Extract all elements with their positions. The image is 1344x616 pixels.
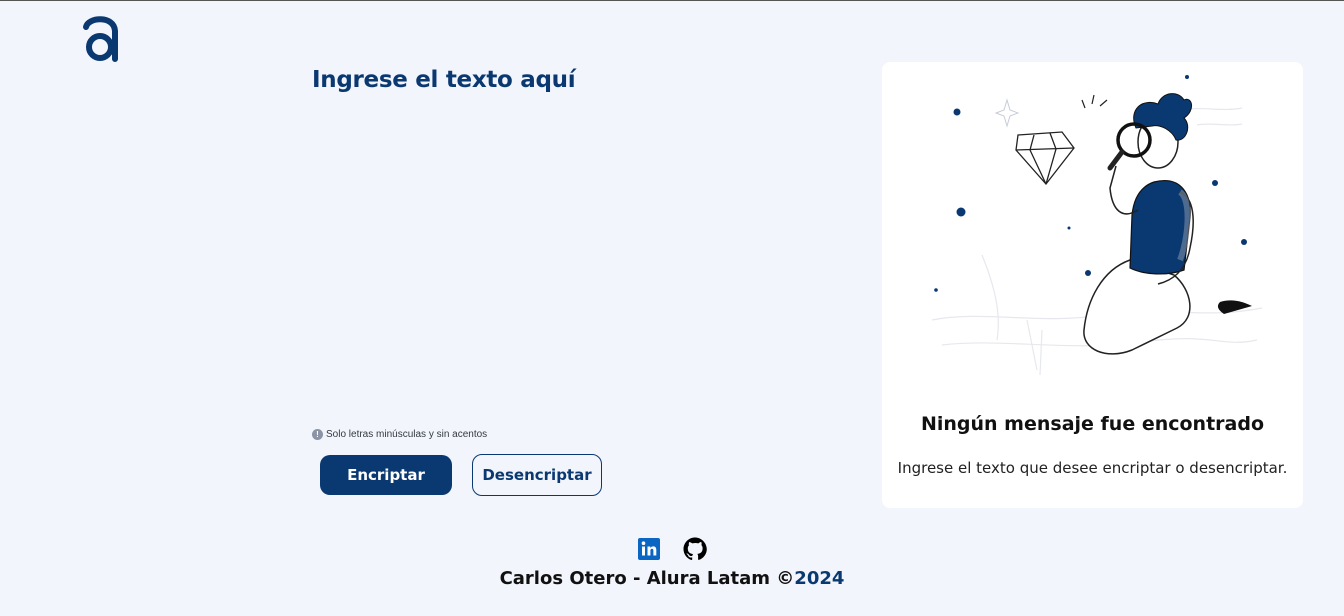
encrypt-button[interactable]: Encriptar — [320, 455, 452, 495]
decrypt-button[interactable]: Desencriptar — [472, 454, 602, 496]
input-hint: ! Solo letras minúsculas y sin acentos — [312, 429, 487, 440]
footer-credits: Carlos Otero - Alura Latam ©2024 — [0, 568, 1344, 589]
hint-text: Solo letras minúsculas y sin acentos — [326, 429, 488, 440]
no-message-subtitle: Ingrese el texto que desee encriptar o d… — [897, 459, 1288, 477]
social-links — [637, 537, 707, 561]
linkedin-icon[interactable] — [637, 537, 661, 561]
alura-logo-icon[interactable] — [80, 13, 120, 63]
footer-text: Carlos Otero - Alura Latam © — [499, 568, 795, 589]
input-title: Ingrese el texto aquí — [312, 67, 576, 93]
message-input[interactable] — [312, 111, 832, 411]
github-icon[interactable] — [683, 537, 707, 561]
footer-year: 2024 — [794, 568, 845, 589]
info-icon: ! — [312, 429, 323, 440]
person-with-magnifier-illustration — [922, 70, 1272, 390]
output-panel: Ningún mensaje fue encontrado Ingrese el… — [882, 62, 1303, 508]
no-message-title: Ningún mensaje fue encontrado — [920, 413, 1265, 435]
